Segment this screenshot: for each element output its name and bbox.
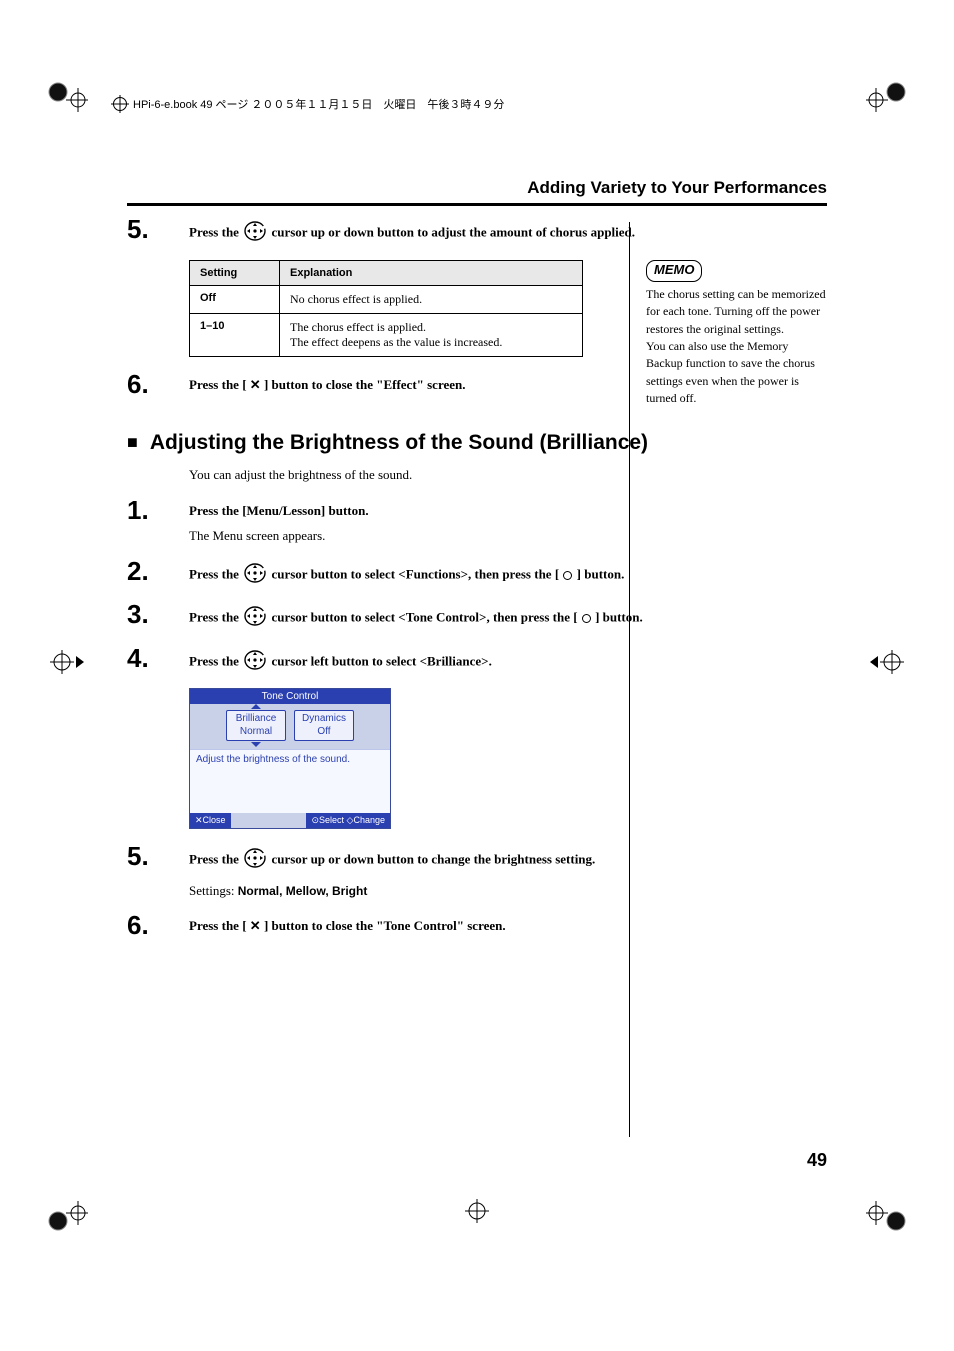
settings-value: Normal, Mellow, Bright (238, 884, 368, 898)
step2-post: ] button. (573, 566, 624, 581)
step5b-post: cursor up or down button to change the b… (268, 852, 595, 867)
step6b-post: ] button to close the "Tone Control" scr… (261, 918, 506, 933)
ss-desc: Adjust the brightness of the sound. (190, 749, 390, 769)
table-row: 1–10 The chorus effect is applied. The e… (190, 313, 583, 356)
x-icon: ✕ (250, 377, 261, 392)
cursor-icon (244, 605, 266, 633)
section-heading-brilliance: ■ Adjusting the Brightness of the Sound … (127, 431, 827, 455)
cursor-icon (244, 649, 266, 677)
brilliance-step-3: 3. Press the cursor button to select <To… (127, 601, 827, 633)
register-mark-bc (465, 1199, 489, 1223)
step2-mid: cursor button to select <Functions>, the… (268, 566, 562, 581)
ss-footer-select-change: ⊙Select ◇Change (306, 813, 390, 828)
step-number: 4. (127, 645, 189, 671)
register-mark-br (866, 1191, 906, 1231)
ss-tab-dynamics: Dynamics Off (294, 710, 354, 741)
brilliance-step-2: 2. Press the cursor button to select <Fu… (127, 558, 827, 590)
step-number: 6. (127, 912, 189, 938)
step3-post: ] button. (592, 610, 643, 625)
step4-pre: Press the (189, 653, 242, 668)
step-number: 1. (127, 497, 189, 523)
page-title: Adding Variety to Your Performances (527, 178, 827, 198)
register-mark-mr (868, 650, 904, 674)
chorus-step-5: 5. Press the cursor up or down button to… (127, 216, 827, 248)
step4-post: cursor left button to select <Brilliance… (268, 653, 492, 668)
chorus-settings-table: Setting Explanation Off No chorus effect… (189, 260, 583, 357)
step1-text: Press the [Menu/Lesson] button. (189, 501, 649, 521)
step-number: 2. (127, 558, 189, 584)
brilliance-step-6: 6. Press the [ ✕ ] button to close the "… (127, 912, 827, 938)
chorus-step-6: 6. Press the [ ✕ ] button to close the "… (127, 371, 827, 397)
ss-footer: ✕Close ⊙Select ◇Change (190, 813, 390, 828)
th-explanation: Explanation (280, 260, 583, 285)
ss-title: Tone Control (190, 689, 390, 704)
step6-mid: ] button to close the "Effect" screen. (261, 377, 466, 392)
step-number: 6. (127, 371, 189, 397)
ss-tab2-line1: Dynamics (301, 713, 347, 724)
step-number: 3. (127, 601, 189, 627)
register-mark-ml (50, 650, 86, 674)
step6-pre: Press the [ (189, 377, 250, 392)
step6b-pre: Press the [ (189, 918, 250, 933)
circle-icon (563, 571, 572, 580)
step3-mid: cursor button to select <Tone Control>, … (268, 610, 581, 625)
title-rule (127, 203, 827, 206)
brilliance-step-4: 4. Press the cursor left button to selec… (127, 645, 827, 677)
target-icon (113, 97, 127, 111)
step5-post: cursor up or down button to adjust the a… (268, 225, 635, 240)
step2-pre: Press the (189, 566, 242, 581)
cursor-icon (244, 562, 266, 590)
step-number: 5. (127, 843, 189, 869)
register-mark-tl (48, 82, 88, 122)
ss-tab-brilliance: Brilliance Normal (226, 710, 286, 741)
ss-body (190, 769, 390, 813)
cursor-icon (244, 847, 266, 875)
step5-pre: Press the (189, 225, 242, 240)
cell-explanation: The chorus effect is applied. The effect… (280, 313, 583, 356)
section-heading-text: Adjusting the Brightness of the Sound (B… (150, 431, 648, 455)
brilliance-step-5: 5. Press the cursor up or down button to… (127, 843, 827, 900)
register-mark-bl (48, 1191, 88, 1231)
table-row: Off No chorus effect is applied. (190, 285, 583, 313)
ss-tab1-line1: Brilliance (233, 713, 279, 724)
step5b-pre: Press the (189, 852, 242, 867)
cell-explanation: No chorus effect is applied. (280, 285, 583, 313)
tone-control-screenshot: Tone Control Brilliance Normal Dynamics … (189, 688, 391, 829)
header-text: HPi-6-e.book 49 ページ ２００５年１１月１５日 火曜日 午後３時… (133, 96, 504, 112)
square-bullet-icon: ■ (127, 432, 138, 453)
section-intro: You can adjust the brightness of the sou… (189, 467, 649, 483)
step1-sub: The Menu screen appears. (189, 526, 649, 546)
page-number: 49 (807, 1150, 827, 1171)
step3-pre: Press the (189, 610, 242, 625)
register-mark-tr (866, 82, 906, 122)
th-setting: Setting (190, 260, 280, 285)
step-number: 5. (127, 216, 189, 242)
x-icon: ✕ (250, 918, 261, 933)
ss-tab1-line2: Normal (233, 726, 279, 737)
cell-setting: Off (190, 285, 280, 313)
cell-setting: 1–10 (190, 313, 280, 356)
ss-footer-close: ✕Close (190, 813, 231, 828)
ss-tab2-line2: Off (301, 726, 347, 737)
book-header: HPi-6-e.book 49 ページ ２００５年１１月１５日 火曜日 午後３時… (113, 96, 504, 112)
circle-icon (582, 614, 591, 623)
cursor-icon (244, 220, 266, 248)
brilliance-step-1: 1. Press the [Menu/Lesson] button. The M… (127, 497, 827, 546)
settings-label: Settings: (189, 883, 238, 898)
